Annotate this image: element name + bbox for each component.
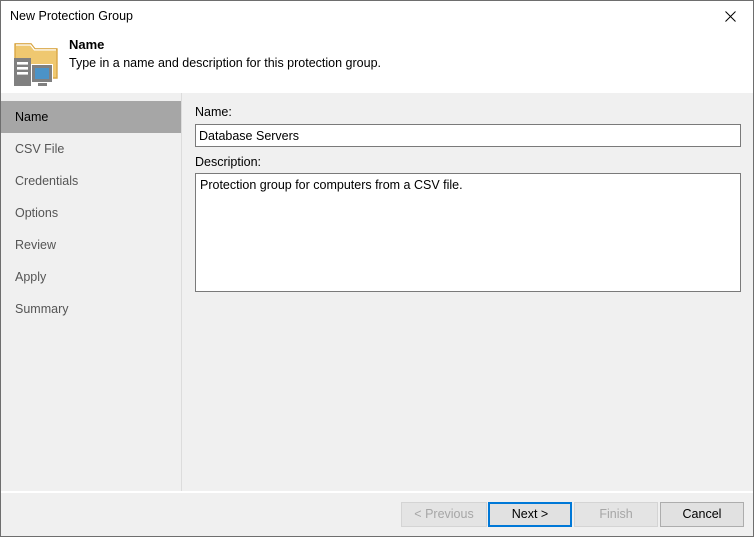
sidebar-item-options[interactable]: Options: [1, 197, 181, 229]
name-label: Name:: [195, 105, 232, 119]
description-label: Description:: [195, 155, 261, 169]
folder-server-glyph: [10, 36, 62, 88]
page-subtitle: Type in a name and description for this …: [69, 56, 381, 70]
previous-button[interactable]: < Previous: [401, 502, 487, 527]
name-input[interactable]: [195, 124, 741, 147]
sidebar-item-label: Options: [15, 206, 58, 220]
new-protection-group-dialog: New Protection Group: [0, 0, 754, 537]
sidebar-item-apply[interactable]: Apply: [1, 261, 181, 293]
finish-button[interactable]: Finish: [574, 502, 658, 527]
wizard-steps-sidebar: Name CSV File Credentials Options Review…: [1, 93, 182, 491]
protection-group-folder-icon: [10, 36, 62, 88]
sidebar-item-summary[interactable]: Summary: [1, 293, 181, 325]
dialog-body: Name CSV File Credentials Options Review…: [1, 93, 753, 491]
sidebar-item-label: Review: [15, 238, 56, 252]
page-title: Name: [69, 37, 104, 52]
form-panel: Name: Description:: [182, 93, 753, 491]
sidebar-item-label: Name: [15, 110, 48, 124]
next-button[interactable]: Next >: [488, 502, 572, 527]
sidebar-item-csv-file[interactable]: CSV File: [1, 133, 181, 165]
close-icon[interactable]: [708, 1, 753, 31]
sidebar-item-label: CSV File: [15, 142, 64, 156]
title-bar: New Protection Group: [1, 1, 753, 32]
close-glyph: [725, 11, 736, 22]
sidebar-item-label: Summary: [15, 302, 68, 316]
sidebar-item-label: Credentials: [15, 174, 78, 188]
window-title: New Protection Group: [10, 9, 133, 23]
cancel-button[interactable]: Cancel: [660, 502, 744, 527]
sidebar-item-credentials[interactable]: Credentials: [1, 165, 181, 197]
dialog-footer: < Previous Next > Finish Cancel: [1, 492, 753, 537]
sidebar-item-label: Apply: [15, 270, 46, 284]
description-input[interactable]: [195, 173, 741, 292]
sidebar-item-review[interactable]: Review: [1, 229, 181, 261]
sidebar-item-name[interactable]: Name: [1, 101, 181, 133]
dialog-header: Name Type in a name and description for …: [1, 32, 753, 93]
